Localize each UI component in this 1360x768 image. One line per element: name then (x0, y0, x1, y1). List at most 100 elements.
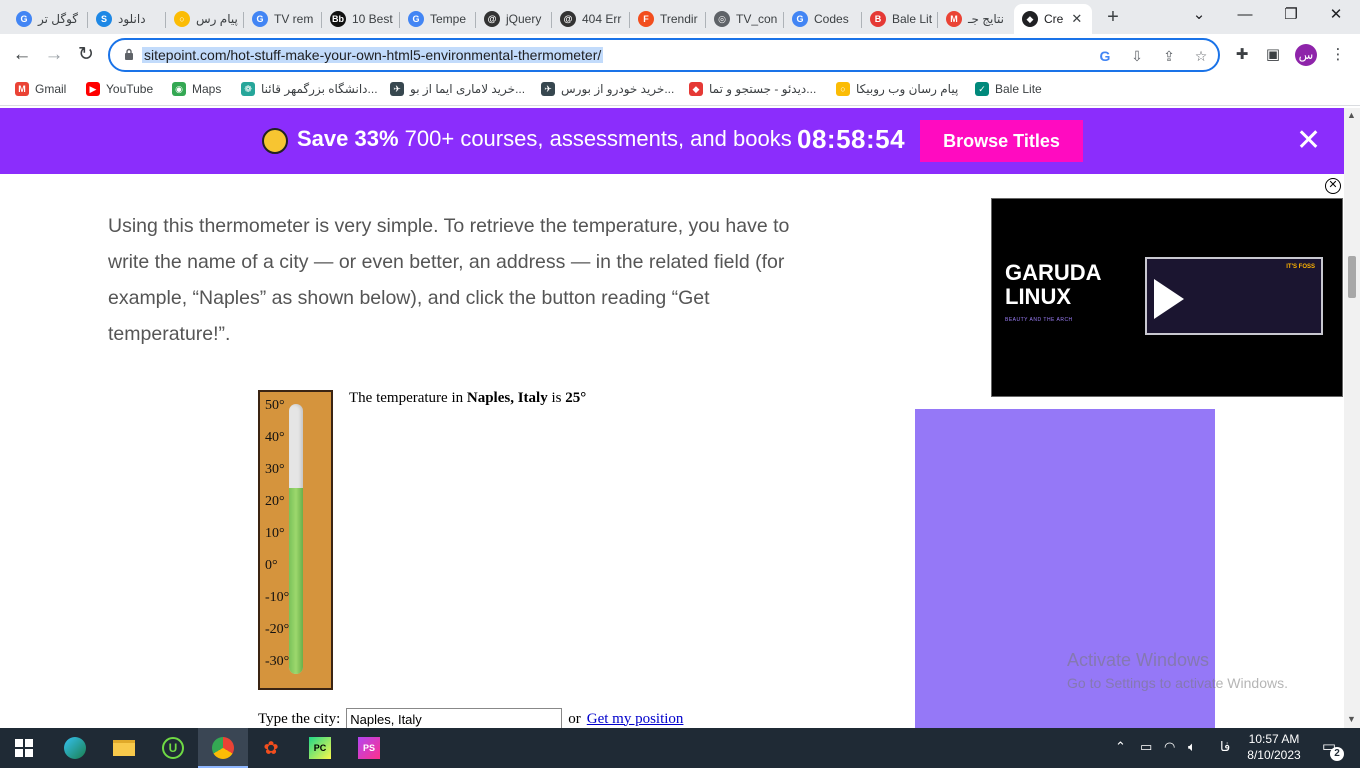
thermometer-tick: 10° (265, 526, 285, 541)
readout-value: 25° (565, 390, 587, 406)
tab[interactable]: F Trendir (630, 4, 706, 34)
tab[interactable]: @ jQuery (476, 4, 552, 34)
watermark-title: Activate Windows (1067, 650, 1210, 670)
bookmark-rubika[interactable]: ○ پیام رسان وب روبیکا (836, 82, 958, 96)
bookmark-maps[interactable]: ◉ Maps (172, 82, 221, 96)
share-icon[interactable]: ⇪ (1160, 47, 1178, 65)
promo-close-icon[interactable]: ✕ (1296, 126, 1321, 156)
tab-label: Tempe (430, 12, 467, 26)
thermometer: 50° 40° 30° 20° 10° 0° -10° -20° -30° (258, 390, 333, 690)
tab-active[interactable]: ◆ Cre ✕ (1014, 4, 1092, 34)
bookmark-bale[interactable]: ✓ Bale Lite (975, 82, 1042, 96)
google-lens-icon[interactable]: G (1096, 47, 1114, 65)
bookmark-car[interactable]: ✈ خرید خودرو از بورس... (541, 82, 674, 96)
profile-avatar[interactable]: س (1295, 44, 1317, 66)
new-tab-button[interactable]: + (1101, 6, 1125, 30)
bookmark-label: Maps (192, 82, 222, 96)
restore-button[interactable]: ❐ (1278, 4, 1304, 28)
globe-icon: ◎ (714, 11, 730, 27)
notification-icon[interactable]: ▭ 2 (1318, 737, 1344, 761)
pycharm-icon[interactable]: PC (306, 734, 334, 762)
side-panel-icon[interactable]: ▣ (1262, 44, 1284, 66)
tab-search-icon[interactable]: ⌄ (1186, 4, 1212, 28)
url-text[interactable]: sitepoint.com/hot-stuff-make-your-own-ht… (142, 47, 604, 63)
close-window-button[interactable]: ✕ (1323, 4, 1349, 28)
promo-banner: Save 33% 700+ courses, assessments, and … (0, 108, 1344, 174)
scroll-up-icon[interactable]: ▲ (1347, 110, 1356, 120)
tab-label: نتایج جـ (968, 12, 1004, 26)
volume-icon[interactable]: 🔈︎ (1188, 739, 1196, 755)
upwork-icon[interactable]: U (159, 734, 187, 762)
bookmark-video[interactable]: ◆ دیدئو - جستجو و تما... (689, 82, 816, 96)
bookmark-youtube[interactable]: ▶ YouTube (86, 82, 153, 96)
behance-icon: Bb (330, 11, 346, 27)
file-explorer-icon[interactable] (110, 734, 138, 762)
promo-message: Save 33% 700+ courses, assessments, and … (297, 126, 792, 152)
tab-label: گوگل تر (38, 12, 79, 26)
tab[interactable]: @ 404 Err (552, 4, 630, 34)
tab[interactable]: G Tempe (400, 4, 476, 34)
taskbar-clock[interactable]: 10:57 AM 8/10/2023 (1238, 731, 1310, 763)
video-title: GARUDA LINUX (1005, 261, 1125, 309)
readout-city: Naples, Italy (466, 390, 548, 406)
address-bar[interactable]: sitepoint.com/hot-stuff-make-your-own-ht… (108, 38, 1220, 72)
menu-icon[interactable]: ⋮ (1327, 44, 1349, 66)
page-scrollbar[interactable]: ▲ ▼ (1344, 108, 1360, 728)
tab-close-icon[interactable]: ✕ (1071, 11, 1082, 27)
temperature-readout: The temperature in Naples, Italy is 25° (349, 390, 586, 407)
readout-prefix: The temperature in (349, 390, 467, 406)
tab-label: Cre (1044, 12, 1064, 26)
bookmark-university[interactable]: ❁ دانشگاه بزرگمهر قائنا... (241, 82, 378, 96)
install-icon[interactable]: ⇩ (1128, 47, 1146, 65)
figma-icon[interactable]: ✿ (257, 734, 285, 762)
bookmark-label: Gmail (35, 82, 67, 96)
edge-icon[interactable] (61, 734, 89, 762)
promo-timer: 08:58:54 (797, 124, 906, 154)
extensions-icon[interactable]: ✚ (1231, 44, 1253, 66)
city-input[interactable] (346, 708, 563, 728)
codepen-icon: @ (484, 11, 500, 27)
tray-chevron-icon[interactable]: ⌃ (1115, 739, 1126, 755)
minimize-button[interactable]: — (1232, 4, 1258, 28)
wifi-icon[interactable]: ◠ (1164, 739, 1175, 755)
bird-icon: ✈ (390, 82, 404, 96)
tab[interactable]: B Bale Lit (862, 4, 938, 34)
tab[interactable]: G Codes (784, 4, 862, 34)
clock-time: 10:57 AM (1248, 732, 1300, 746)
bookmark-label: YouTube (106, 82, 154, 96)
forward-icon[interactable]: → (41, 42, 67, 68)
tab[interactable]: G TV rem (244, 4, 322, 34)
scroll-thumb[interactable] (1348, 256, 1356, 298)
tab[interactable]: ◎ TV_con (706, 4, 784, 34)
maps-icon: ◉ (172, 82, 186, 96)
chrome-icon[interactable] (209, 734, 237, 762)
or-text: or (568, 710, 581, 727)
youtube-icon: ▶ (86, 82, 100, 96)
language-indicator[interactable]: فا (1220, 739, 1230, 755)
video-title-text: GARUDA LINUX (1005, 260, 1101, 309)
tab-label: 404 Err (582, 12, 622, 26)
windows-start-icon[interactable] (10, 734, 38, 762)
battery-icon[interactable]: ▭ (1140, 739, 1152, 755)
reload-icon[interactable]: ↻ (73, 42, 99, 68)
scroll-down-icon[interactable]: ▼ (1347, 714, 1356, 724)
figma-icon: F (638, 11, 654, 27)
video-player[interactable]: GARUDA LINUX BEAUTY AND THE ARCH IT'S FO… (991, 198, 1343, 397)
bookmark-gmail[interactable]: M Gmail (15, 82, 66, 96)
back-icon[interactable]: ← (9, 42, 35, 68)
star-icon[interactable]: ☆ (1192, 47, 1210, 65)
video-close-icon[interactable]: ✕ (1325, 178, 1341, 194)
bale-icon: ✓ (975, 82, 989, 96)
tab[interactable]: Bb 10 Best (322, 4, 400, 34)
phpstorm-icon[interactable]: PS (355, 734, 383, 762)
tab[interactable]: ○ پیام رس (166, 4, 244, 34)
browse-titles-button[interactable]: Browse Titles (920, 120, 1083, 162)
tab[interactable]: G گوگل تر (8, 4, 88, 34)
tab[interactable]: S دانلود (88, 4, 166, 34)
play-icon[interactable] (1154, 279, 1184, 319)
mercury-fill (289, 488, 303, 674)
tab[interactable]: M نتایج جـ (938, 4, 1014, 34)
readout-mid: is (547, 390, 566, 406)
get-position-link[interactable]: Get my position (587, 711, 684, 728)
bookmark-lamari[interactable]: ✈ خرید لاماری ایما از بو... (390, 82, 525, 96)
